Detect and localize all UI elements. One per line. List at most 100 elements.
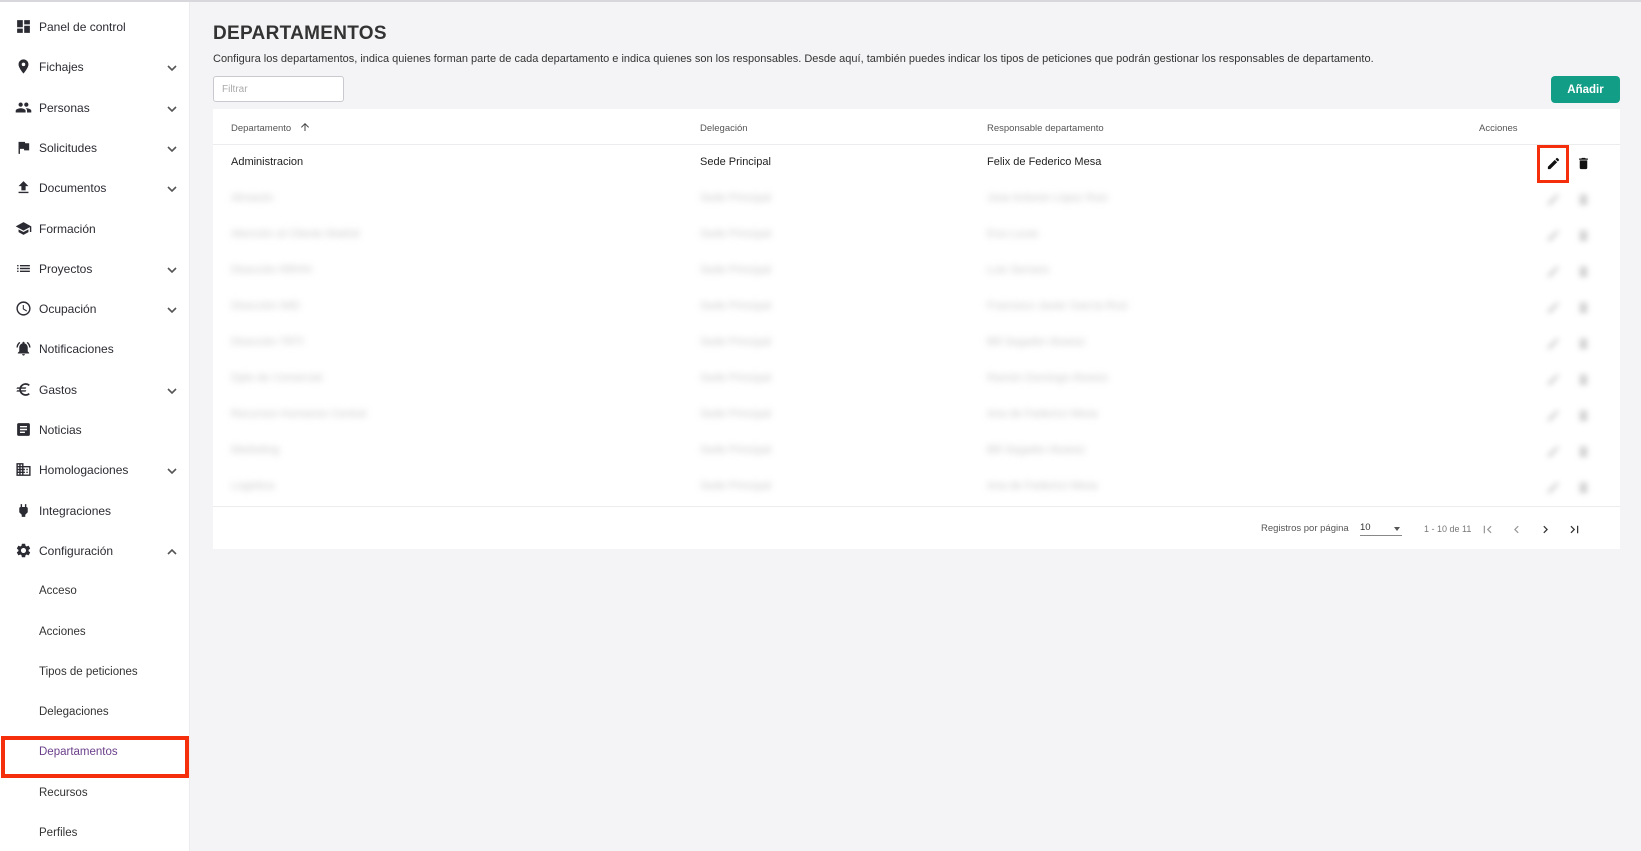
chevron-down-icon — [166, 464, 178, 476]
dropdown-caret-icon — [1394, 527, 1400, 531]
first-page-icon[interactable] — [1477, 519, 1497, 539]
delete-icon[interactable] — [1573, 189, 1593, 209]
sidebar-item-configuracion[interactable]: Configuración — [0, 531, 190, 571]
sidebar-item-solicitudes[interactable]: Solicitudes — [0, 128, 190, 168]
cell-responsable: Eva Lucas — [987, 228, 1039, 240]
table-row[interactable]: Administracion Sede Principal Felix de Fed… — [213, 145, 1620, 183]
chevron-down-icon — [166, 303, 178, 315]
edit-icon[interactable] — [1543, 477, 1563, 497]
delete-icon[interactable] — [1573, 297, 1593, 317]
table-row[interactable]: Dirección TRTI Sede Principal Bill Segador… — [213, 325, 1620, 361]
delete-icon[interactable] — [1573, 369, 1593, 389]
sidebar-item-noticias[interactable]: Noticias — [0, 410, 190, 450]
filter-input[interactable] — [213, 76, 344, 102]
table-pagination: Registros por página 10 1 - 10 de 11 — [213, 506, 1620, 549]
sidebar-item-formacion[interactable]: Formación — [0, 209, 190, 249]
table-row[interactable]: Logistica Sede Principal Ana de Federico M… — [213, 469, 1620, 505]
delete-icon[interactable] — [1573, 153, 1593, 173]
table-row[interactable]: Recursos Humanos Central Sede Principal An… — [213, 397, 1620, 433]
cell-delegacion: Sede Principal — [700, 264, 771, 276]
cell-delegacion: Sede Principal — [700, 228, 771, 240]
sidebar-item-documentos[interactable]: Documentos — [0, 168, 190, 208]
plug-icon — [15, 502, 32, 519]
last-page-icon[interactable] — [1564, 519, 1584, 539]
edit-icon[interactable] — [1543, 405, 1563, 425]
table-row[interactable]: Dpto de Comercial Sede Principal Ramón Dom… — [213, 361, 1620, 397]
next-page-icon[interactable] — [1535, 519, 1555, 539]
cell-responsable: Ramón Domingo Alvarez — [987, 372, 1109, 384]
edit-icon[interactable] — [1543, 225, 1563, 245]
cell-responsable: Ana de Federico Mesa — [987, 408, 1098, 420]
sidebar-item-label: Noticias — [39, 423, 82, 437]
chevron-down-icon — [166, 102, 178, 114]
edit-icon[interactable] — [1543, 297, 1563, 317]
table-row[interactable]: Almacén Sede Principal Jose Antonio López … — [213, 181, 1620, 217]
chevron-down-icon — [166, 142, 178, 154]
edit-icon[interactable] — [1543, 189, 1563, 209]
chevron-down-icon — [166, 61, 178, 73]
delete-icon[interactable] — [1573, 441, 1593, 461]
sidebar-subitem-label: Delegaciones — [39, 706, 109, 719]
building-icon — [15, 461, 32, 478]
sidebar-subitem-acceso[interactable]: Acceso — [0, 571, 190, 611]
delete-icon[interactable] — [1573, 405, 1593, 425]
previous-page-icon[interactable] — [1506, 519, 1526, 539]
sidebar-subitem-label: Acceso — [39, 585, 77, 598]
sidebar-item-gastos[interactable]: Gastos — [0, 370, 190, 410]
cell-departamento: Dirección RRHH — [231, 264, 312, 276]
delete-icon[interactable] — [1573, 333, 1593, 353]
graduation-cap-icon — [15, 220, 32, 237]
sort-ascending-icon[interactable] — [299, 120, 311, 132]
sidebar-subitem-tipos-de-peticiones[interactable]: Tipos de peticiones — [0, 652, 190, 692]
table-row[interactable]: Atención al Cliente Madrid Sede Principal… — [213, 217, 1620, 253]
delete-icon[interactable] — [1573, 261, 1593, 281]
upload-icon — [15, 179, 32, 196]
cell-delegacion: Sede Principal — [700, 480, 771, 492]
highlight-frame — [1537, 145, 1569, 183]
add-button[interactable]: Añadir — [1551, 76, 1620, 103]
sidebar-item-label: Formación — [39, 221, 96, 236]
sidebar-subitem-perfiles[interactable]: Perfiles — [0, 813, 190, 851]
cell-responsable: Luis Serrano — [987, 264, 1050, 276]
sidebar-item-label: Integraciones — [39, 503, 112, 518]
delete-icon[interactable] — [1573, 225, 1593, 245]
table-header: Departamento Delegación Responsable depa… — [213, 109, 1620, 145]
edit-icon[interactable] — [1543, 369, 1563, 389]
chevron-up-icon — [166, 545, 178, 557]
cell-responsable: Bill Segador Alvarez — [987, 444, 1086, 456]
cell-responsable: Bill Segador Alvarez — [987, 336, 1086, 348]
page-range: 1 - 10 de 11 — [1424, 524, 1472, 534]
sidebar-item-ocupacion[interactable]: Ocupación — [0, 289, 190, 329]
table-row[interactable]: Dirección RRHH Sede Principal Luis Serrano — [213, 253, 1620, 289]
cell-departamento: Atención al Cliente Madrid — [231, 228, 360, 240]
sidebar-subitem-acciones[interactable]: Acciones — [0, 612, 190, 652]
sidebar-item-personas[interactable]: Personas — [0, 88, 190, 128]
sidebar-subitem-label: Tipos de peticiones — [39, 665, 138, 678]
page-description: Configura los departamentos, indica quie… — [213, 53, 1374, 65]
edit-icon[interactable] — [1543, 441, 1563, 461]
sidebar-item-panel-de-control[interactable]: Panel de control — [0, 7, 190, 47]
departments-table: Departamento Delegación Responsable depa… — [213, 109, 1620, 549]
edit-icon[interactable] — [1543, 333, 1563, 353]
sidebar-item-notificaciones[interactable]: Notificaciones — [0, 329, 190, 369]
table-row[interactable]: Dirección IMD Sede Principal Francisco Jav… — [213, 289, 1620, 325]
table-row[interactable]: Marketing Sede Principal Bill Segador Alva… — [213, 433, 1620, 469]
cell-departamento: Dirección TRTI — [231, 336, 304, 348]
sidebar-item-label: Documentos — [39, 181, 107, 196]
cell-departamento: Recursos Humanos Central — [231, 408, 367, 420]
delete-icon[interactable] — [1573, 477, 1593, 497]
edit-icon[interactable] — [1543, 261, 1563, 281]
column-header-departamento[interactable]: Departamento — [231, 123, 291, 134]
sidebar-item-fichajes[interactable]: Fichajes — [0, 47, 190, 87]
sidebar-item-homologaciones[interactable]: Homologaciones — [0, 450, 190, 490]
column-header-responsable: Responsable departamento — [987, 123, 1104, 134]
sidebar-item-integraciones[interactable]: Integraciones — [0, 491, 190, 531]
sidebar-subitem-label: Acciones — [39, 625, 86, 638]
per-page-value: 10 — [1360, 522, 1371, 533]
cell-responsable: Ana de Federico Mesa — [987, 480, 1098, 492]
sidebar-item-label: Panel de control — [39, 20, 126, 34]
sidebar-subitem-delegaciones[interactable]: Delegaciones — [0, 692, 190, 732]
sidebar-item-proyectos[interactable]: Proyectos — [0, 249, 190, 289]
per-page-select[interactable]: 10 — [1360, 518, 1402, 536]
sidebar-subitem-recursos[interactable]: Recursos — [0, 773, 190, 813]
